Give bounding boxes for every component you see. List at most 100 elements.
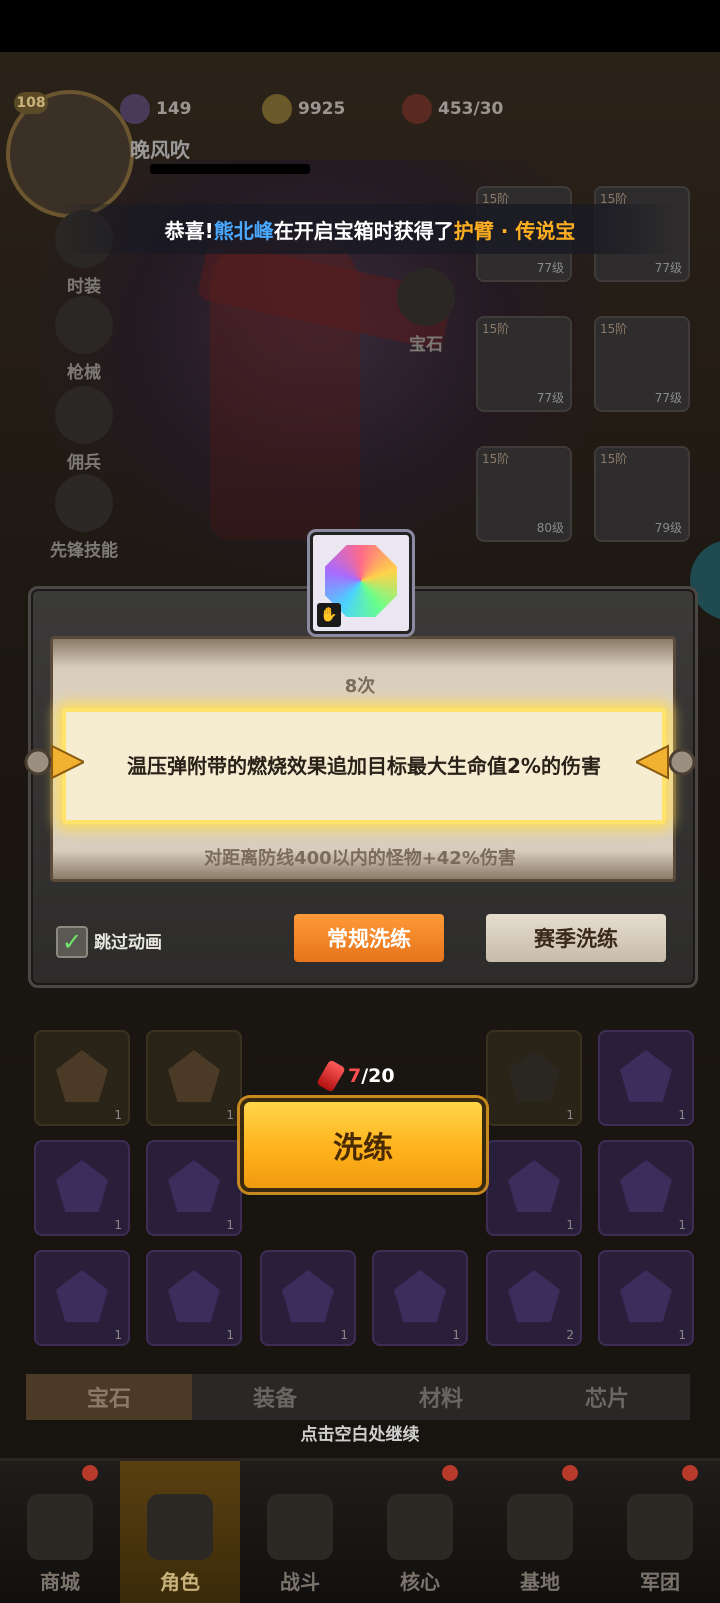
gem-icon	[168, 1160, 220, 1212]
inventory-cell[interactable]: 1	[598, 1140, 694, 1236]
skip-animation-checkbox[interactable]: ✓	[56, 926, 88, 958]
slot-level: 77级	[654, 261, 682, 275]
tab-regular-refine[interactable]: 常规洗练	[294, 914, 444, 962]
gem-button[interactable]: 宝石	[386, 268, 466, 355]
nav-core[interactable]: 核心	[360, 1461, 480, 1603]
slot-level: 79级	[654, 521, 682, 535]
inventory-cell[interactable]: 1	[34, 1030, 130, 1126]
nav-character[interactable]: 角色	[120, 1461, 240, 1603]
gem-icon	[168, 1050, 220, 1102]
equipment-slot[interactable]: 15阶 77级	[594, 316, 690, 412]
inventory-cell[interactable]: 1	[598, 1030, 694, 1126]
tab-equipment[interactable]: 装备	[192, 1374, 358, 1420]
slot-level: 77级	[654, 391, 682, 405]
nav-shop[interactable]: 商城	[0, 1461, 120, 1603]
inventory-cell[interactable]: 1	[146, 1030, 242, 1126]
item-count: 1	[226, 1108, 234, 1122]
attribute-line-next: 对距离防线400以内的怪物+42%伤害	[204, 848, 516, 869]
gem-label: 宝石	[409, 335, 443, 355]
item-count: 1	[226, 1218, 234, 1232]
nav-label: 核心	[400, 1570, 440, 1594]
nav-label: 角色	[160, 1570, 200, 1594]
inventory-cell[interactable]: 1	[260, 1250, 356, 1346]
tab-chips[interactable]: 芯片	[524, 1374, 690, 1420]
attribute-highlight: 温压弹附带的燃烧效果追加目标最大生命值2%的伤害	[62, 708, 666, 824]
continue-hint[interactable]: 点击空白处继续	[0, 1420, 720, 1445]
player-level: 108	[14, 92, 48, 114]
banner-player-name: 熊北峰	[213, 218, 274, 243]
side-menu-label: 枪械	[67, 363, 101, 383]
tab-materials[interactable]: 材料	[358, 1374, 524, 1420]
arrow-right-icon	[636, 744, 696, 780]
nav-battle[interactable]: 战斗	[240, 1461, 360, 1603]
notification-dot	[682, 1465, 698, 1481]
refine-count-current: 7	[348, 1065, 362, 1087]
inventory-cell[interactable]: 1	[146, 1140, 242, 1236]
gem-icon	[56, 1270, 108, 1322]
equipment-slot[interactable]: 15阶 79级	[594, 446, 690, 542]
skill-icon	[55, 474, 113, 532]
side-menu-guns[interactable]: 枪械	[44, 296, 124, 383]
tab-gems[interactable]: 宝石	[26, 1374, 192, 1420]
helmet-icon	[55, 386, 113, 444]
equipment-slot[interactable]: 15阶 77级	[476, 316, 572, 412]
core-icon	[387, 1494, 453, 1560]
item-count: 1	[678, 1108, 686, 1122]
category-tabs: 宝石 装备 材料 芯片	[26, 1374, 690, 1420]
slot-tier: 15阶	[482, 322, 510, 336]
notification-dot	[82, 1465, 98, 1481]
banner-text: 恭喜!	[164, 218, 214, 243]
resource-food[interactable]: 453/30	[402, 94, 503, 124]
gem-icon	[620, 1270, 672, 1322]
item-count: 1	[340, 1328, 348, 1342]
item-count: 1	[452, 1328, 460, 1342]
side-menu-label: 先锋技能	[50, 541, 118, 561]
item-count: 1	[114, 1108, 122, 1122]
nav-label: 基地	[520, 1570, 560, 1594]
character-icon	[147, 1494, 213, 1560]
side-menu-mercenary[interactable]: 佣兵	[44, 386, 124, 473]
side-menu-vanguard-skill[interactable]: 先锋技能	[44, 474, 124, 561]
resource-value: 9925	[298, 99, 346, 119]
nav-base[interactable]: 基地	[480, 1461, 600, 1603]
item-count: 2	[566, 1328, 574, 1342]
announcement-banner: 恭喜! 熊北峰 在开启宝箱时获得了 护臂 · 传说宝	[60, 204, 680, 254]
resource-gold[interactable]: 9925	[262, 94, 345, 124]
skip-animation-label: 跳过动画	[94, 933, 162, 953]
equipment-slot[interactable]: 15阶 80级	[476, 446, 572, 542]
refine-button[interactable]: 洗练	[240, 1098, 486, 1192]
gem-icon	[394, 1270, 446, 1322]
gun-icon	[55, 296, 113, 354]
inventory-cell[interactable]: 1	[34, 1250, 130, 1346]
inventory-cell[interactable]: 2	[486, 1250, 582, 1346]
inventory-cell[interactable]: 1	[146, 1250, 242, 1346]
slot-level: 77级	[536, 391, 564, 405]
slot-level: 77级	[536, 261, 564, 275]
bottom-nav: 商城 角色 战斗 核心 基地 军团	[0, 1458, 720, 1603]
attribute-highlight-text: 温压弹附带的燃烧效果追加目标最大生命值2%的伤害	[127, 754, 601, 778]
base-icon	[507, 1494, 573, 1560]
nav-label: 战斗	[280, 1570, 320, 1594]
status-bar	[0, 0, 720, 52]
gem-icon	[508, 1160, 560, 1212]
player-name: 晚风吹	[130, 138, 190, 162]
banner-text: 在开启宝箱时获得了	[273, 218, 454, 243]
nav-legion[interactable]: 军团	[600, 1461, 720, 1603]
item-count: 1	[566, 1108, 574, 1122]
shop-icon	[27, 1494, 93, 1560]
inventory-cell[interactable]: 1	[34, 1140, 130, 1236]
tab-season-refine[interactable]: 赛季洗练	[486, 914, 666, 962]
gem-icon	[508, 1270, 560, 1322]
item-count: 1	[226, 1328, 234, 1342]
gem-icon	[56, 1050, 108, 1102]
gem-icon	[620, 1050, 672, 1102]
inventory-cell[interactable]: 1	[486, 1140, 582, 1236]
nav-label: 商城	[40, 1570, 80, 1594]
resource-energy[interactable]: 149	[120, 94, 192, 124]
inventory-cell[interactable]: 1	[486, 1030, 582, 1126]
inventory-cell[interactable]: 1	[598, 1250, 694, 1346]
attribute-line-prev: 8次	[344, 676, 376, 697]
list-icon	[397, 268, 455, 326]
side-menu-label: 时装	[67, 277, 101, 297]
inventory-cell[interactable]: 1	[372, 1250, 468, 1346]
